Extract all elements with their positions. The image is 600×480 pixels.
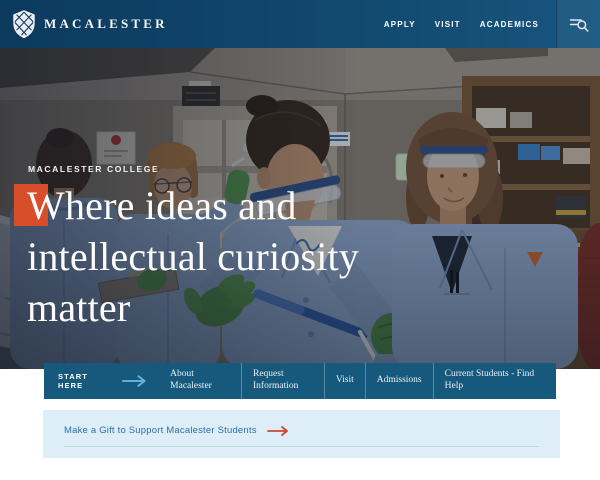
hero-eyebrow: MACALESTER COLLEGE (28, 164, 160, 174)
quicklink-visit[interactable]: Visit (323, 363, 365, 399)
hero-heading: Where ideas and intellectual curiosity m… (27, 180, 359, 333)
nav-visit[interactable]: VISIT (435, 20, 461, 29)
menu-search-icon (569, 18, 589, 32)
quick-links-bar: START HERE About Macalester Request Info… (44, 363, 556, 399)
quicklink-admissions[interactable]: Admissions (364, 363, 433, 399)
quicklink-current-students[interactable]: Current Students - Find Help (432, 363, 556, 399)
hero-heading-line-2: intellectual curiosity (27, 234, 360, 279)
hero-heading-line-3: matter (27, 285, 131, 330)
macalester-crest-icon (13, 10, 35, 38)
header-nav: APPLY VISIT ACADEMICS (384, 20, 539, 29)
gift-link[interactable]: Make a Gift to Support Macalester Studen… (64, 425, 257, 436)
nav-academics[interactable]: ACADEMICS (480, 20, 539, 29)
right-arrow-icon (122, 375, 146, 387)
hero-heading-line-1: Where ideas and (27, 183, 297, 228)
nav-apply[interactable]: APPLY (384, 20, 416, 29)
gift-banner-row: Make a Gift to Support Macalester Studen… (64, 410, 539, 447)
start-here-text: START HERE (58, 372, 88, 390)
brand-logo[interactable]: MACALESTER (13, 10, 168, 38)
right-arrow-icon (266, 425, 288, 436)
quicklink-request-information[interactable]: Request Information (241, 363, 324, 399)
top-nav-bar: MACALESTER APPLY VISIT ACADEMICS (0, 0, 600, 48)
gift-banner: Make a Gift to Support Macalester Studen… (43, 410, 560, 458)
search-button[interactable] (556, 0, 600, 48)
start-here-label: START HERE (44, 363, 159, 399)
quicklink-about-macalester[interactable]: About Macalester (159, 363, 241, 399)
brand-wordmark: MACALESTER (44, 16, 168, 31)
hero-section: MACALESTER COLLEGE Where ideas and intel… (0, 48, 600, 369)
